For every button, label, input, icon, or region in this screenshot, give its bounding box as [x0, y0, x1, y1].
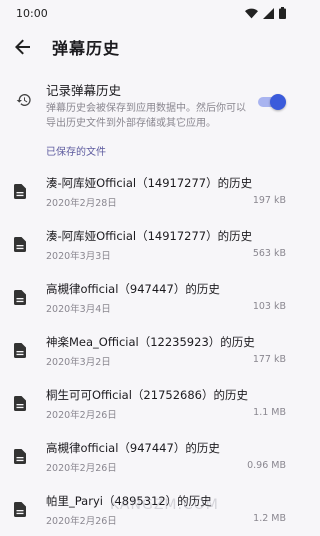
record-history-setting[interactable]: 记录弹幕历史 弹幕历史会被保存到应用数据中。然后你可以导出历史文件到外部存储或其…: [0, 68, 300, 137]
status-bar: 10:00: [0, 0, 300, 26]
file-icon: [12, 343, 28, 358]
record-history-toggle[interactable]: [256, 94, 286, 110]
setting-description: 弹幕历史会被保存到应用数据中。然后你可以导出历史文件到外部存储或其它应用。: [46, 103, 246, 129]
file-row[interactable]: 高槻律official（947447）的历史 2020年2月26日 0.96 MB: [0, 430, 300, 483]
file-size: 0.96 MB: [247, 459, 286, 471]
wifi-icon: [245, 8, 258, 18]
file-size: 1.2 MB: [253, 512, 286, 524]
file-name: 神楽Mea_Official（12235923）的历史: [46, 334, 255, 349]
file-date: 2020年3月3日: [46, 250, 111, 262]
file-date: 2020年2月26日: [46, 515, 117, 527]
file-size: 1.1 MB: [253, 406, 286, 418]
file-icon: [12, 502, 28, 517]
app-bar: 弹幕历史: [0, 26, 300, 68]
file-size: 103 kB: [252, 300, 286, 312]
saved-files-list: 湊-阿库娅Official（14917277）的历史 2020年2月28日 197 …: [0, 165, 300, 536]
file-row[interactable]: 湊-阿库娅Official（14917277）的历史 2020年3月3日 563 k…: [0, 218, 300, 271]
page-title: 弹幕历史: [52, 39, 121, 58]
history-icon: [12, 92, 36, 108]
file-icon: [12, 184, 28, 199]
setting-title: 记录弹幕历史: [46, 83, 122, 98]
file-date: 2020年2月26日: [46, 409, 117, 421]
file-date: 2020年3月4日: [46, 303, 111, 315]
file-name: 高槻律official（947447）的历史: [46, 281, 220, 296]
file-date: 2020年3月2日: [46, 356, 111, 368]
file-date: 2020年2月26日: [46, 462, 117, 474]
file-size: 197 kB: [252, 194, 286, 206]
watermark: KANGZM.COM: [110, 497, 219, 513]
arrow-back-icon: [15, 39, 30, 55]
battery-icon: [279, 7, 286, 19]
file-date: 2020年2月28日: [46, 197, 117, 209]
saved-files-header: 已保存的文件: [46, 147, 106, 158]
file-row[interactable]: 湊-阿库娅Official（14917277）的历史 2020年2月28日 197 …: [0, 165, 300, 218]
file-name: 桐生可可Official（21752686）的历史: [46, 387, 248, 402]
status-time: 10:00: [16, 6, 48, 20]
file-row[interactable]: 神楽Mea_Official（12235923）的历史 2020年3月2日 177 …: [0, 324, 300, 377]
file-row[interactable]: 高槻律official（947447）的历史 2020年3月4日 103 kB: [0, 271, 300, 324]
file-name: 湊-阿库娅Official（14917277）的历史: [46, 228, 253, 243]
file-row[interactable]: 桐生可可Official（21752686）的历史 2020年2月26日 1.1 M…: [0, 377, 300, 430]
file-name: 湊-阿库娅Official（14917277）的历史: [46, 175, 253, 190]
file-icon: [12, 396, 28, 411]
file-icon: [12, 290, 28, 305]
toggle-knob: [270, 94, 286, 110]
file-size: 563 kB: [252, 247, 286, 259]
back-button[interactable]: [8, 32, 38, 62]
file-icon: [12, 449, 28, 464]
signal-icon: [263, 7, 274, 19]
file-size: 177 kB: [252, 353, 286, 365]
file-name: 高槻律official（947447）的历史: [46, 440, 220, 455]
file-icon: [12, 237, 28, 252]
status-icons: [245, 7, 286, 19]
